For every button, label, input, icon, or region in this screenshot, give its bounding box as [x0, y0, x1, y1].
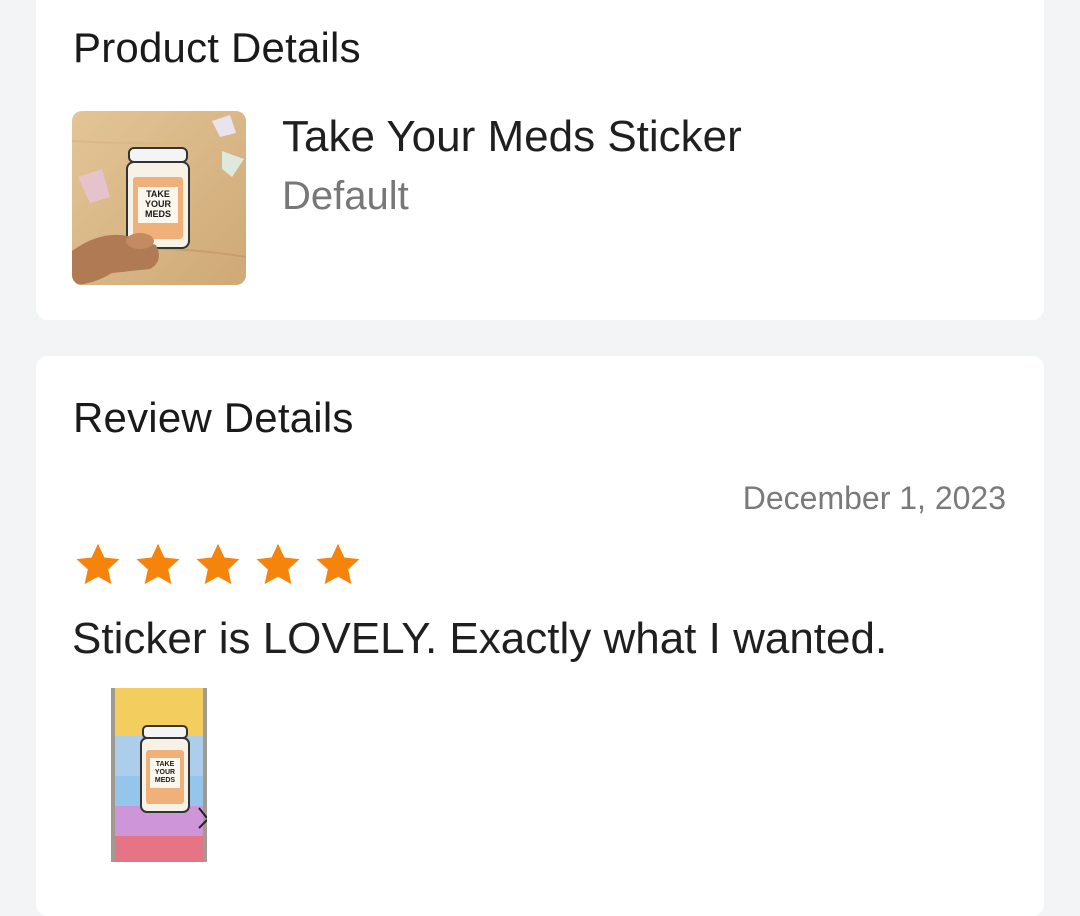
review-photo[interactable]: TAKE YOUR MEDS: [111, 688, 207, 862]
review-details-card: Review Details December 1, 2023 Sticker …: [36, 356, 1044, 916]
sticker-text-2: YOUR: [145, 199, 172, 209]
star-icon: [196, 543, 240, 585]
product-name[interactable]: Take Your Meds Sticker: [282, 112, 742, 162]
star-rating: [72, 540, 364, 590]
product-details-title: Product Details: [73, 24, 361, 71]
review-text: Sticker is LOVELY. Exactly what I wanted…: [72, 614, 888, 663]
review-details-title: Review Details: [73, 394, 354, 441]
star-icon: [136, 543, 180, 585]
star-icon: [76, 543, 120, 585]
star-icon: [256, 543, 300, 585]
review-date: December 1, 2023: [742, 480, 1006, 516]
product-details-card: Product Details TAKE YOUR MEDS Take Your…: [36, 0, 1044, 320]
sticker-text-3: MEDS: [145, 209, 171, 219]
review-sticker-text-3: MEDS: [155, 777, 176, 784]
sticker-photo-icon: TAKE YOUR MEDS: [72, 111, 246, 285]
review-sticker-text-1: TAKE: [156, 761, 175, 768]
star-icon: [316, 543, 360, 585]
product-variant: Default: [282, 174, 409, 218]
sticker-text-1: TAKE: [146, 189, 170, 199]
product-thumbnail[interactable]: TAKE YOUR MEDS: [72, 111, 246, 285]
review-photo-icon: TAKE YOUR MEDS: [111, 688, 207, 862]
review-sticker-text-2: YOUR: [155, 769, 175, 776]
